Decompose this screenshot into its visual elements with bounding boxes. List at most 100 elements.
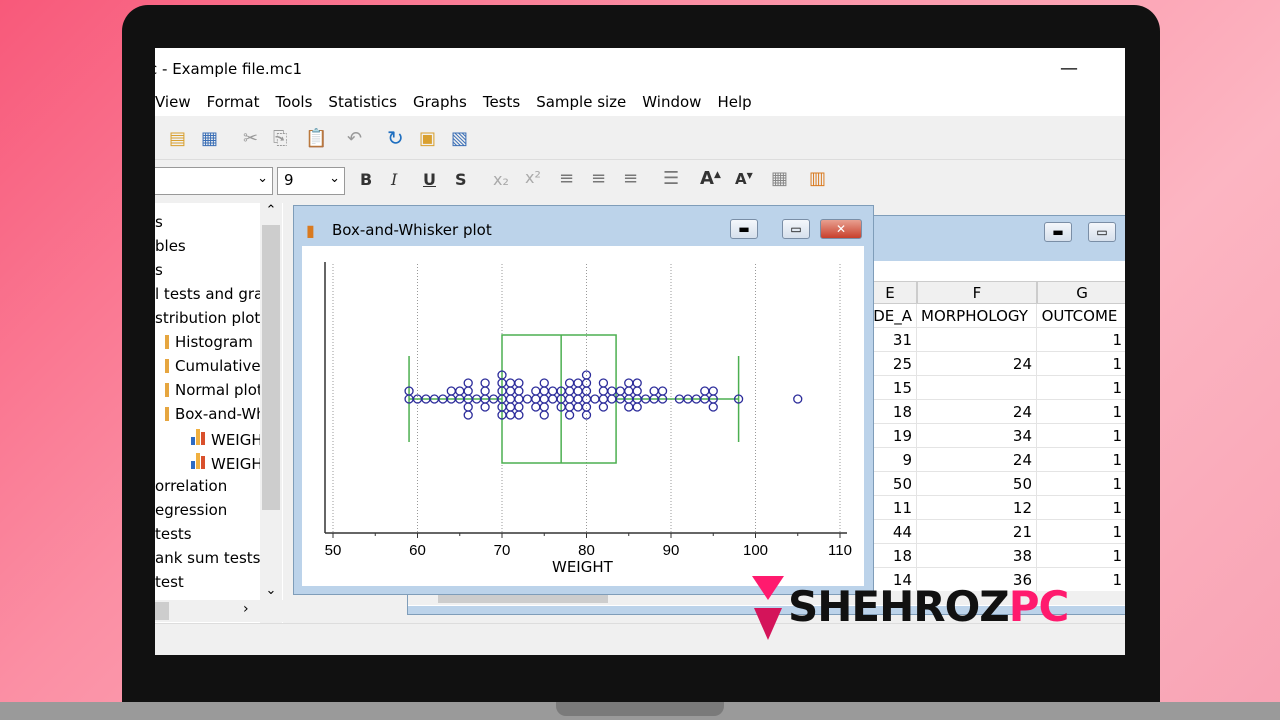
- sheet-maximize-button[interactable]: ▭: [1088, 222, 1116, 242]
- align-center-icon[interactable]: ≡: [591, 168, 606, 189]
- copy-icon[interactable]: ⎘: [273, 128, 287, 149]
- tree-item[interactable]: s: [155, 261, 163, 279]
- menu-window[interactable]: Window: [634, 88, 709, 116]
- menu-tools[interactable]: Tools: [267, 88, 320, 116]
- menu-help[interactable]: Help: [709, 88, 759, 116]
- table-cell[interactable]: 1: [1037, 424, 1125, 448]
- table-cell[interactable]: 24: [917, 352, 1037, 376]
- menu-bar: View Format Tools Statistics Graphs Tests Samp…: [155, 88, 1125, 116]
- undo-icon[interactable]: ↶: [347, 128, 362, 149]
- tree-item[interactable]: egression: [155, 501, 227, 519]
- font-size-select[interactable]: 9 ⌄: [277, 167, 345, 195]
- tree-scrollbar[interactable]: ⌃ ⌄: [260, 203, 282, 623]
- x-tick-label: 110: [828, 542, 852, 559]
- tree-item[interactable]: Normal plot: [165, 381, 263, 399]
- cut-icon[interactable]: ✂: [243, 128, 258, 149]
- data-point: [548, 386, 558, 396]
- table-cell[interactable]: 1: [1037, 544, 1125, 568]
- superscript-button[interactable]: x²: [525, 168, 541, 187]
- scroll-right-icon[interactable]: ›: [243, 601, 249, 617]
- graph-maximize-button[interactable]: ▭: [782, 219, 810, 239]
- data-point: [573, 402, 583, 412]
- menu-tests[interactable]: Tests: [475, 88, 528, 116]
- tree-item[interactable]: bles: [155, 237, 186, 255]
- refresh-icon[interactable]: ↻: [387, 126, 404, 150]
- column-header[interactable]: F: [917, 281, 1037, 304]
- tree-hscrollbar[interactable]: ›: [155, 600, 283, 622]
- chart-format-icon[interactable]: ▥: [809, 168, 826, 189]
- column-header[interactable]: G: [1037, 281, 1125, 304]
- table-cell[interactable]: 1: [1037, 352, 1125, 376]
- data-point: [607, 394, 617, 404]
- paste-icon[interactable]: 📋: [305, 128, 327, 149]
- tree-item-label: bles: [155, 237, 186, 255]
- tree-item[interactable]: stribution plot: [155, 309, 260, 327]
- strikethrough-button[interactable]: S: [455, 170, 467, 189]
- tree-item[interactable]: tests: [155, 525, 192, 543]
- table-cell[interactable]: 1: [1037, 520, 1125, 544]
- tree-item[interactable]: test: [155, 573, 184, 591]
- table-cell[interactable]: 1: [1037, 376, 1125, 400]
- scroll-up-icon[interactable]: ⌃: [260, 203, 282, 218]
- table-cell[interactable]: 24: [917, 400, 1037, 424]
- save-copy-icon[interactable]: ▣: [419, 128, 436, 149]
- font-name-select[interactable]: ⌄: [155, 167, 273, 195]
- align-left-icon[interactable]: ≡: [559, 168, 574, 189]
- table-cell[interactable]: 21: [917, 520, 1037, 544]
- table-cell[interactable]: 50: [917, 472, 1037, 496]
- x-tick-label: 90: [663, 542, 680, 559]
- bold-button[interactable]: B: [360, 170, 372, 189]
- menu-graphs[interactable]: Graphs: [405, 88, 475, 116]
- tree-item[interactable]: orrelation: [155, 477, 227, 495]
- underline-button[interactable]: U: [423, 170, 436, 189]
- graph-icon: [191, 453, 205, 473]
- table-cell[interactable]: 12: [917, 496, 1037, 520]
- align-right-icon[interactable]: ≡: [623, 168, 638, 189]
- menu-format[interactable]: Format: [199, 88, 268, 116]
- plot-area: 50 60 70 80 90 100 110 WEIGHT: [302, 246, 864, 586]
- table-cell[interactable]: [917, 328, 1037, 352]
- tree-item[interactable]: Histogram: [165, 333, 253, 351]
- minimize-button[interactable]: —: [1060, 58, 1078, 79]
- data-point: [573, 394, 583, 404]
- menu-statistics[interactable]: Statistics: [320, 88, 405, 116]
- table-cell[interactable]: 38: [917, 544, 1037, 568]
- table-cell[interactable]: 34: [917, 424, 1037, 448]
- tree-item[interactable]: l tests and grap: [155, 285, 273, 303]
- column-name-cell[interactable]: OUTCOME: [1037, 304, 1125, 328]
- graph-close-button[interactable]: ✕: [820, 219, 862, 239]
- laptop-notch: [556, 702, 724, 716]
- tree-item[interactable]: s: [155, 213, 163, 231]
- tree-item[interactable]: Box-and-Whi: [165, 405, 270, 423]
- tree-item[interactable]: ank sum tests: [155, 549, 260, 567]
- menu-view[interactable]: View: [155, 88, 199, 116]
- table-format-icon[interactable]: ▦: [771, 168, 788, 189]
- table-cell[interactable]: 1: [1037, 328, 1125, 352]
- data-point: [531, 394, 541, 404]
- italic-button[interactable]: I: [391, 170, 397, 189]
- table-cell[interactable]: 1: [1037, 400, 1125, 424]
- table-cell[interactable]: 1: [1037, 448, 1125, 472]
- hscroll-thumb[interactable]: [155, 602, 169, 620]
- table-cell[interactable]: [917, 376, 1037, 400]
- copy-sheet-icon[interactable]: ▤: [169, 128, 186, 149]
- decrease-font-icon[interactable]: A▼: [735, 170, 753, 188]
- table-cell[interactable]: 1: [1037, 472, 1125, 496]
- increase-font-icon[interactable]: A▲: [700, 168, 721, 189]
- subscript-button[interactable]: x₂: [493, 170, 509, 189]
- data-point: [573, 378, 583, 388]
- table-cell[interactable]: 1: [1037, 496, 1125, 520]
- scroll-thumb[interactable]: [262, 225, 280, 510]
- menu-sample-size[interactable]: Sample size: [528, 88, 634, 116]
- data-point: [463, 410, 473, 420]
- export-icon[interactable]: ▧: [451, 128, 468, 149]
- scroll-down-icon[interactable]: ⌄: [260, 583, 282, 598]
- column-name-cell[interactable]: MORPHOLOGY: [917, 304, 1037, 328]
- table-cell[interactable]: 24: [917, 448, 1037, 472]
- bullet-list-icon[interactable]: ☰: [663, 168, 679, 189]
- title-bar: c - Example file.mc1 —: [155, 48, 1125, 88]
- graph-minimize-button[interactable]: ▬: [730, 219, 758, 239]
- data-point: [632, 378, 642, 388]
- spreadsheet-icon[interactable]: ▦: [201, 128, 218, 149]
- sheet-minimize-button[interactable]: ▬: [1044, 222, 1072, 242]
